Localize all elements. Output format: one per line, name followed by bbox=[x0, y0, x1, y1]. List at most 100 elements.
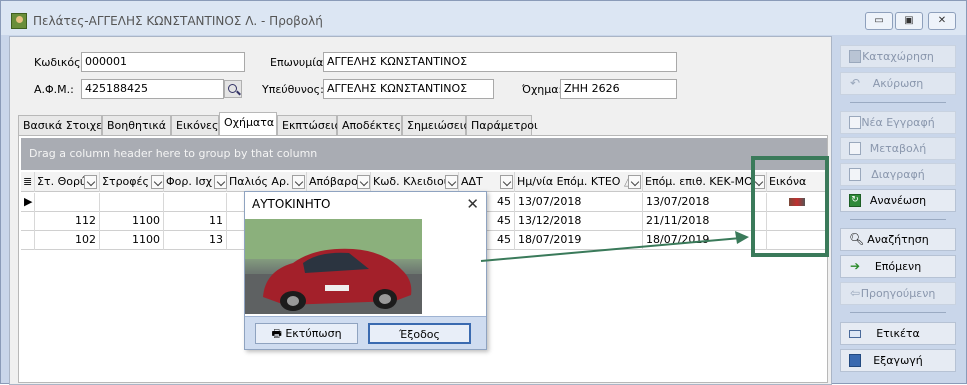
vehicle-field[interactable]: ΖΗΗ 2626 bbox=[560, 79, 677, 99]
restore-button[interactable]: ▣ bbox=[895, 12, 923, 30]
name-label: Επωνυμία: bbox=[270, 56, 327, 69]
tab-notes[interactable]: Σημειώσεις bbox=[402, 115, 470, 135]
current-row-indicator-icon: ▶ bbox=[21, 193, 35, 212]
table-cell: 102 bbox=[35, 231, 100, 250]
printer-icon: 🖶 bbox=[271, 327, 286, 340]
new-record-label: Νέα Εγγραφή bbox=[861, 116, 935, 129]
close-window-button[interactable]: ✕ bbox=[928, 12, 956, 30]
exit-label: Έξοδος bbox=[399, 328, 440, 341]
table-cell: 13/07/2018 bbox=[515, 193, 643, 212]
filter-dropdown-icon[interactable] bbox=[151, 175, 164, 189]
refresh-label: Ανανέωση bbox=[869, 194, 927, 207]
responsible-field[interactable]: ΑΓΓΕΛΗΣ ΚΩΝΣΤΑΝΤΙΝΟΣ bbox=[323, 79, 494, 99]
responsible-label: Υπεύθυνος: bbox=[262, 83, 324, 96]
table-cell: 13/12/2018 bbox=[515, 212, 643, 231]
minimize-button[interactable]: ▭ bbox=[865, 12, 893, 30]
close-icon[interactable]: ✕ bbox=[466, 195, 479, 213]
next-button[interactable]: ➔ Επόμενη bbox=[840, 255, 956, 278]
action-sidebar: Καταχώρηση ↶ Ακύρωση Νέα Εγγραφή Μεταβολή… bbox=[836, 36, 962, 385]
col-header-label: Κωδ. Κλειδιού bbox=[373, 175, 451, 188]
car-photo bbox=[245, 219, 422, 314]
table-cell: 13/07/2018 bbox=[643, 193, 767, 212]
delete-icon bbox=[849, 168, 861, 181]
divider bbox=[850, 312, 946, 313]
col-header-label: Φορ. Ισχ bbox=[166, 175, 212, 188]
tab-auxiliary[interactable]: Βοηθητικά bbox=[102, 115, 171, 135]
filter-dropdown-icon[interactable] bbox=[500, 175, 513, 189]
vehicle-image-dialog: ΑΥΤΟΚΙΝΗΤΟ ✕ 🖶 Εκτύπωση Έξοδος bbox=[244, 191, 487, 350]
label-button[interactable]: Ετικέτα bbox=[840, 322, 956, 345]
customer-window: Πελάτες-ΑΓΓΕΛΗΣ ΚΩΝΣΤΑΝΤΙΝΟΣ Λ. - Προβολ… bbox=[0, 0, 967, 385]
col-header[interactable]: Επόμ. επιθ. ΚΕΚ-ΜΟΤ bbox=[643, 172, 767, 192]
divider bbox=[850, 219, 946, 220]
col-header-label: Επόμ. επιθ. ΚΕΚ-ΜΟΤ bbox=[645, 175, 760, 188]
new-record-button[interactable]: Νέα Εγγραφή bbox=[840, 111, 956, 134]
col-header-label: Ημ/νία Επόμ. ΚΤΕΟ bbox=[517, 175, 621, 188]
filter-dropdown-icon[interactable] bbox=[292, 175, 305, 189]
dialog-footer: 🖶 Εκτύπωση Έξοδος bbox=[245, 316, 486, 349]
name-field[interactable]: ΑΓΓΕΛΗΣ ΚΩΝΣΤΑΝΤΙΝΟΣ bbox=[323, 52, 677, 72]
col-header[interactable]: Ημ/νία Επόμ. ΚΤΕΟ △ bbox=[515, 172, 643, 192]
dialog-title: ΑΥΤΟΚΙΝΗΤΟ bbox=[245, 192, 486, 216]
tab-images[interactable]: Εικόνες bbox=[171, 115, 219, 135]
edit-icon bbox=[849, 142, 861, 155]
col-header-label: Παλιός Αρ. bbox=[229, 175, 290, 188]
column-chooser-icon[interactable]: ≣ bbox=[21, 172, 35, 192]
filter-dropdown-icon[interactable] bbox=[628, 175, 641, 189]
search-icon: 🔍︎ bbox=[849, 232, 865, 246]
next-label: Επόμενη bbox=[874, 260, 922, 273]
tab-vehicles[interactable]: Οχήματα bbox=[219, 112, 277, 135]
filter-dropdown-icon[interactable] bbox=[84, 175, 97, 189]
afm-field[interactable]: 425188425 bbox=[81, 79, 224, 99]
app-icon bbox=[11, 13, 27, 29]
cancel-label: Ακύρωση bbox=[872, 77, 924, 90]
new-document-icon bbox=[849, 116, 861, 129]
previous-label: Προηγούμενη bbox=[860, 287, 936, 300]
export-label: Εξαγωγή bbox=[873, 354, 923, 367]
group-by-panel[interactable]: Drag a column header here to group by th… bbox=[21, 138, 827, 170]
filter-dropdown-icon[interactable] bbox=[445, 175, 458, 189]
search-label: Αναζήτηση bbox=[867, 233, 929, 246]
cancel-button[interactable]: ↶ Ακύρωση bbox=[840, 72, 956, 95]
grid-header: ≣ Στ. Θορύ Στροφές Φορ. Ισχ Παλιός Αρ. Α… bbox=[21, 172, 827, 192]
search-icon[interactable] bbox=[224, 80, 242, 98]
undo-icon: ↶ bbox=[849, 76, 861, 90]
save-icon bbox=[849, 50, 861, 63]
tab-discounts[interactable]: Εκπτώσεις bbox=[277, 115, 341, 135]
filter-dropdown-icon[interactable] bbox=[357, 175, 370, 189]
row-indicator bbox=[21, 231, 35, 250]
table-cell: 11 bbox=[164, 212, 227, 231]
col-header-label: ΑΔΤ bbox=[461, 175, 483, 188]
code-field[interactable]: 000001 bbox=[81, 52, 245, 72]
table-cell bbox=[100, 193, 164, 212]
search-button[interactable]: 🔍︎ Αναζήτηση bbox=[840, 228, 956, 251]
edit-button[interactable]: Μεταβολή bbox=[840, 137, 956, 160]
row-indicator bbox=[21, 212, 35, 231]
code-label: Κωδικός: bbox=[34, 56, 85, 69]
table-cell: 18/07/2019 bbox=[643, 231, 767, 250]
label-label: Ετικέτα bbox=[876, 327, 920, 340]
save-button[interactable]: Καταχώρηση bbox=[840, 45, 956, 68]
col-header-label: Απόβαρο bbox=[309, 175, 358, 188]
tab-parameters[interactable]: Παράμετροι bbox=[466, 115, 538, 135]
table-cell: 21/11/2018 bbox=[643, 212, 767, 231]
car-image bbox=[245, 219, 422, 314]
export-button[interactable]: Εξαγωγή bbox=[840, 349, 956, 372]
print-button[interactable]: 🖶 Εκτύπωση bbox=[255, 323, 358, 344]
afm-label: Α.Φ.Μ.: bbox=[34, 83, 74, 96]
table-cell: 13 bbox=[164, 231, 227, 250]
refresh-icon: ↻ bbox=[849, 194, 861, 207]
exit-button[interactable]: Έξοδος bbox=[368, 323, 471, 344]
print-label: Εκτύπωση bbox=[285, 327, 342, 340]
filter-dropdown-icon[interactable] bbox=[214, 175, 227, 189]
title-bar: Πελάτες-ΑΓΓΕΛΗΣ ΚΩΝΣΤΑΝΤΙΝΟΣ Λ. - Προβολ… bbox=[1, 1, 966, 35]
divider bbox=[850, 102, 946, 103]
delete-label: Διαγραφή bbox=[871, 168, 925, 181]
refresh-button[interactable]: ↻ Ανανέωση bbox=[840, 189, 956, 212]
delete-button[interactable]: Διαγραφή bbox=[840, 163, 956, 186]
previous-button[interactable]: ⇦ Προηγούμενη bbox=[840, 282, 956, 305]
tab-basic[interactable]: Βασικά Στοιχεία bbox=[18, 115, 113, 135]
col-header-label: Στ. Θορύ bbox=[37, 175, 87, 188]
tab-recipients[interactable]: Αποδέκτες bbox=[337, 115, 402, 135]
save-label: Καταχώρηση bbox=[862, 50, 934, 63]
